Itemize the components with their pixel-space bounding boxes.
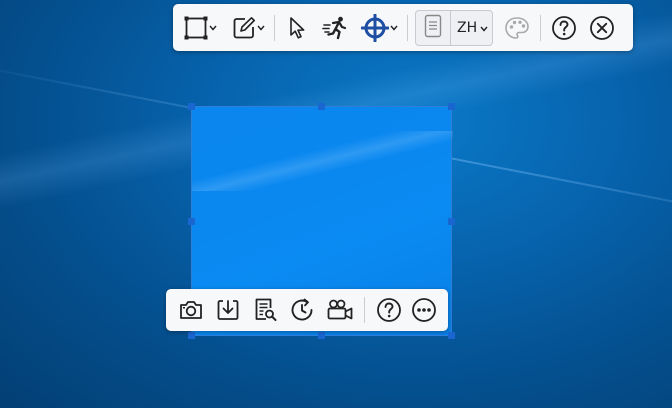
rectangle-tool-button[interactable] <box>181 11 219 45</box>
desktop-background: ZH <box>0 0 672 408</box>
capture-button[interactable] <box>172 293 209 327</box>
resize-handle-left[interactable] <box>188 218 195 225</box>
resize-handle-top-right[interactable] <box>448 103 455 110</box>
top-toolbar: ZH <box>173 4 633 51</box>
edit-square-icon <box>232 16 256 40</box>
camera-icon <box>178 298 204 322</box>
save-button[interactable] <box>209 293 246 327</box>
ocr-document-button[interactable] <box>416 10 451 45</box>
close-button[interactable] <box>586 11 618 45</box>
help-button[interactable] <box>548 11 580 45</box>
bottom-toolbar <box>166 289 448 331</box>
annotate-tool-button[interactable] <box>229 11 267 45</box>
toolbar-divider <box>274 14 275 41</box>
more-options-button[interactable] <box>407 293 442 327</box>
crosshair-tool-button[interactable] <box>358 11 400 45</box>
download-icon <box>216 298 240 322</box>
timer-icon <box>289 297 315 323</box>
chevron-down-icon <box>389 25 398 31</box>
chevron-down-icon <box>256 25 265 31</box>
ocr-button[interactable] <box>247 293 284 327</box>
language-value: ZH <box>457 19 478 36</box>
toolbar-divider <box>540 14 542 41</box>
delay-capture-button[interactable] <box>284 293 321 327</box>
color-palette-button[interactable] <box>501 11 533 45</box>
resize-handle-right[interactable] <box>448 218 455 225</box>
resize-handle-top[interactable] <box>318 103 325 110</box>
help-circle-icon <box>551 15 577 41</box>
running-man-icon <box>322 16 348 40</box>
toolbar-divider <box>364 297 366 323</box>
chevron-down-icon <box>208 25 217 31</box>
resize-handle-top-left[interactable] <box>188 103 195 110</box>
help-circle-icon <box>376 297 402 323</box>
auto-run-tool-button[interactable] <box>320 11 350 45</box>
close-circle-icon <box>589 15 615 41</box>
crosshair-icon <box>360 13 389 42</box>
cursor-arrow-icon <box>286 16 308 40</box>
language-group: ZH <box>415 9 494 46</box>
document-icon <box>424 14 442 42</box>
more-icon <box>411 297 437 323</box>
chevron-down-icon <box>480 20 488 36</box>
toolbar-divider <box>407 14 408 41</box>
video-camera-icon <box>326 298 354 322</box>
resize-handle-bottom-left[interactable] <box>188 332 195 339</box>
record-video-button[interactable] <box>321 293 358 327</box>
document-search-icon <box>253 297 277 323</box>
resize-handle-bottom-right[interactable] <box>448 332 455 339</box>
bottom-help-button[interactable] <box>371 293 406 327</box>
language-select[interactable]: ZH <box>451 11 492 45</box>
selection-highlight <box>192 131 453 191</box>
palette-icon <box>504 16 530 40</box>
rectangle-select-icon <box>184 16 208 40</box>
pointer-tool-button[interactable] <box>282 11 312 45</box>
resize-handle-bottom[interactable] <box>318 332 325 339</box>
